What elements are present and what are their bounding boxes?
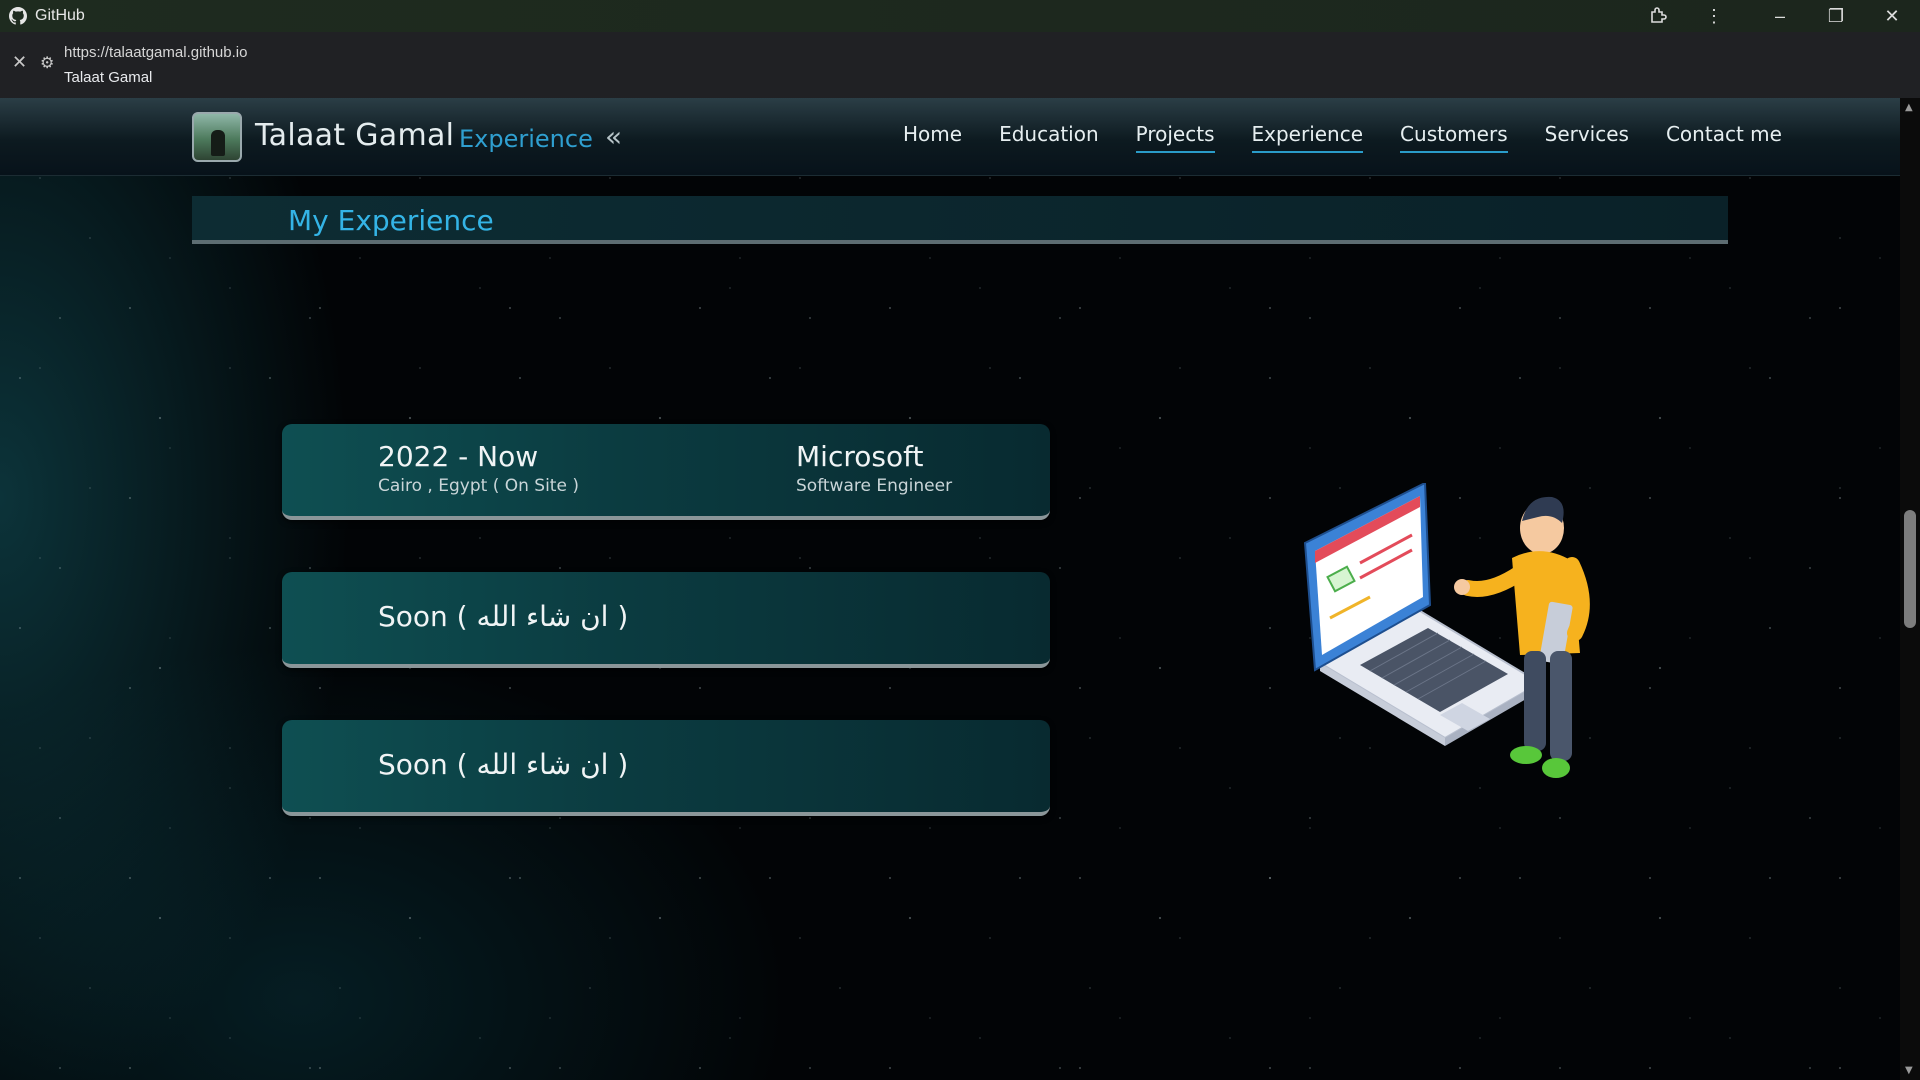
current-section-label: Experience: [459, 125, 593, 153]
experience-placeholder-text: Soon ( ان شاء الله ): [378, 600, 629, 633]
github-icon: [9, 7, 27, 25]
chevrons-left-icon[interactable]: «: [605, 120, 622, 153]
extensions-icon[interactable]: [1630, 0, 1686, 32]
experience-card: 2022 - Now Cairo , Egypt ( On Site ) Mic…: [282, 424, 1050, 520]
experience-card-placeholder: Soon ( ان شاء الله ): [282, 720, 1050, 816]
scroll-down-arrow-icon[interactable]: ▼: [1905, 1065, 1913, 1076]
app-name: GitHub: [35, 7, 85, 24]
window-titlebar: GitHub ⋮ – ❐ ✕: [0, 0, 1920, 32]
address-bar: ✕ ⚙ https://talaatgamal.github.io Talaat…: [0, 32, 1920, 98]
site-navbar: Talaat Gamal Experience « Home Education…: [0, 98, 1900, 176]
close-icon[interactable]: ✕: [1864, 0, 1920, 32]
avatar[interactable]: [192, 112, 242, 162]
nav-contact[interactable]: Contact me: [1666, 122, 1782, 153]
experience-role: Software Engineer: [796, 476, 953, 496]
app-identity: GitHub: [0, 7, 85, 25]
url-text[interactable]: https://talaatgamal.github.io: [64, 44, 247, 61]
scroll-up-arrow-icon[interactable]: ▲: [1905, 102, 1913, 113]
experience-company: Microsoft: [796, 440, 924, 473]
nav-education[interactable]: Education: [999, 122, 1099, 153]
scrollbar-thumb[interactable]: [1904, 510, 1916, 628]
site-settings-icon[interactable]: ⚙: [40, 53, 54, 73]
section-title: My Experience: [288, 204, 494, 237]
main-menu: Home Education Projects Experience Custo…: [903, 122, 1819, 153]
section-header: My Experience: [192, 196, 1728, 244]
page-title: Talaat Gamal: [64, 69, 153, 86]
page-viewport: Talaat Gamal Experience « Home Education…: [0, 98, 1900, 1080]
experience-placeholder-text: Soon ( ان شاء الله ): [378, 748, 629, 781]
experience-period: 2022 - Now: [378, 440, 539, 473]
nav-projects[interactable]: Projects: [1135, 122, 1215, 153]
nav-home[interactable]: Home: [903, 122, 962, 153]
nav-experience[interactable]: Experience: [1251, 122, 1364, 153]
developer-laptop-illustration: [1303, 483, 1590, 778]
nav-customers[interactable]: Customers: [1400, 122, 1508, 153]
close-tab-icon[interactable]: ✕: [12, 52, 27, 73]
minimize-icon[interactable]: –: [1752, 0, 1808, 32]
nav-services[interactable]: Services: [1545, 122, 1629, 153]
maximize-icon[interactable]: ❐: [1808, 0, 1864, 32]
experience-location: Cairo , Egypt ( On Site ): [378, 476, 579, 496]
page-scrollbar[interactable]: ▲ ▼: [1900, 98, 1920, 1080]
more-icon[interactable]: ⋮: [1686, 0, 1742, 32]
site-brand[interactable]: Talaat Gamal: [255, 118, 454, 153]
experience-card-placeholder: Soon ( ان شاء الله ): [282, 572, 1050, 668]
